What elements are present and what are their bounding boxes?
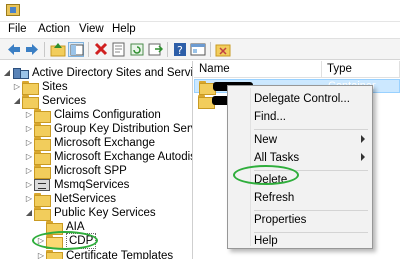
cdp-highlight-ellipse [32, 231, 98, 250]
menu-help[interactable]: Help [112, 23, 136, 35]
title-bar [0, 0, 400, 22]
toolbar-separator [210, 42, 211, 57]
expand-arrow-icon[interactable]: ▷ [24, 136, 34, 150]
tree-item-certificate-templates[interactable]: ▷ Certificate Templates [36, 249, 173, 259]
tree-item-label: Microsoft Exchange [54, 137, 155, 149]
tree-item-label: Certificate Templates [66, 250, 174, 259]
menu-item-label: Find... [254, 111, 286, 123]
folder-icon [34, 165, 51, 179]
properties-icon[interactable] [111, 42, 127, 57]
folder-icon [46, 250, 63, 259]
back-arrow-icon[interactable] [6, 42, 22, 57]
expand-arrow-icon[interactable]: ▷ [24, 150, 34, 164]
tree-item-services[interactable]: ◢ Services [12, 94, 87, 109]
menu-item-delegate-control[interactable]: Delegate Control... [230, 90, 370, 110]
tree-item-label: Group Key Distribution Service [54, 123, 192, 135]
tree-item-label: MsmqServices [54, 179, 130, 191]
console-view-icon[interactable] [190, 42, 206, 57]
tree-root-label: Active Directory Sites and Services [DC1 [32, 67, 193, 79]
tree-item-sites[interactable]: ▷ Sites [12, 80, 68, 95]
tree-item-microsoft-spp[interactable]: ▷ Microsoft SPP [24, 164, 127, 179]
collapse-arrow-icon[interactable]: ◢ [2, 66, 12, 80]
forward-arrow-icon[interactable] [24, 42, 40, 57]
toolbar: ? [0, 38, 400, 60]
toolbar-separator [44, 42, 45, 57]
app-icon [6, 4, 20, 16]
menu-file[interactable]: File [8, 23, 27, 35]
collapse-arrow-icon[interactable]: ◢ [12, 94, 22, 108]
folder-icon [34, 193, 51, 207]
menu-item-label: Delegate Control... [254, 93, 350, 105]
folder-icon [34, 123, 51, 137]
up-folder-icon[interactable] [50, 42, 66, 57]
tree-item-label: NetServices [54, 193, 116, 205]
tree-root[interactable]: ◢ Active Directory Sites and Services [D… [2, 66, 193, 80]
submenu-arrow-icon [361, 153, 365, 161]
folder-icon [22, 95, 39, 109]
menu-view[interactable]: View [79, 23, 104, 35]
tree-item-group-key-distribution[interactable]: ▷ Group Key Distribution Service [24, 122, 192, 137]
menu-item-find[interactable]: Find... [230, 108, 370, 128]
expand-arrow-icon[interactable]: ▷ [24, 192, 34, 206]
delete-icon[interactable] [93, 42, 109, 57]
folder-icon [34, 109, 51, 123]
export-list-icon[interactable] [147, 42, 163, 57]
toolbar-separator [167, 42, 168, 57]
expand-arrow-icon[interactable]: ▷ [12, 80, 22, 94]
menu-bar: File Action View Help [0, 22, 400, 38]
menu-item-properties[interactable]: Properties [230, 211, 370, 231]
menu-item-refresh[interactable]: Refresh [230, 189, 370, 209]
menu-item-label: Properties [254, 214, 307, 226]
tree-item-claims-configuration[interactable]: ▷ Claims Configuration [24, 108, 161, 123]
show-hide-tree-icon[interactable] [68, 42, 84, 57]
expand-arrow-icon[interactable]: ▷ [36, 249, 46, 259]
collapse-arrow-icon[interactable]: ◢ [24, 206, 34, 220]
delete-highlight-ellipse [233, 165, 299, 185]
menu-item-new[interactable]: New [230, 131, 370, 151]
folder-icon [34, 151, 51, 165]
menu-item-label: Refresh [254, 192, 295, 204]
tree-item-label: Microsoft Exchange Autodiscove [54, 151, 192, 163]
svg-text:?: ? [177, 44, 183, 57]
tree-item-msmqservices[interactable]: ▷ MsmqServices [24, 178, 129, 192]
folder-action-icon[interactable] [215, 42, 231, 57]
menu-item-label: New [254, 134, 278, 146]
folder-icon [34, 207, 51, 221]
column-header-name[interactable]: Name [194, 61, 322, 78]
tree-item-netservices[interactable]: ▷ NetServices [24, 192, 116, 207]
ad-sites-icon [12, 67, 29, 79]
toolbar-separator [88, 42, 89, 57]
expand-arrow-icon[interactable]: ▷ [24, 108, 34, 122]
folder-icon [22, 81, 39, 95]
tree-item-label: Claims Configuration [54, 109, 161, 121]
tree-item-label: Microsoft SPP [54, 165, 127, 177]
menu-item-help[interactable]: Help [230, 232, 370, 252]
help-icon[interactable]: ? [172, 42, 188, 57]
folder-icon [34, 137, 51, 151]
expand-arrow-icon[interactable]: ▷ [24, 178, 34, 192]
tree-item-label: Services [42, 95, 87, 107]
refresh-icon[interactable] [129, 42, 145, 57]
tree-item-public-key-services[interactable]: ◢ Public Key Services [24, 206, 156, 221]
tree-pane: ◢ Active Directory Sites and Services [D… [0, 61, 193, 259]
tree-item-exchange-autodiscover[interactable]: ▷ Microsoft Exchange Autodiscove [24, 150, 192, 165]
column-header-type[interactable]: Type [322, 61, 400, 78]
tree-item-label: Sites [42, 81, 68, 93]
expand-arrow-icon[interactable]: ▷ [24, 164, 34, 178]
menu-action[interactable]: Action [38, 23, 70, 35]
tree-item-microsoft-exchange[interactable]: ▷ Microsoft Exchange [24, 136, 155, 151]
menu-separator [254, 129, 368, 130]
menu-item-label: Help [254, 235, 278, 247]
tree-item-label: Public Key Services [54, 207, 156, 219]
submenu-arrow-icon [361, 135, 365, 143]
menu-item-label: All Tasks [254, 152, 300, 164]
msmq-services-icon [34, 179, 50, 191]
expand-arrow-icon[interactable]: ▷ [24, 122, 34, 136]
